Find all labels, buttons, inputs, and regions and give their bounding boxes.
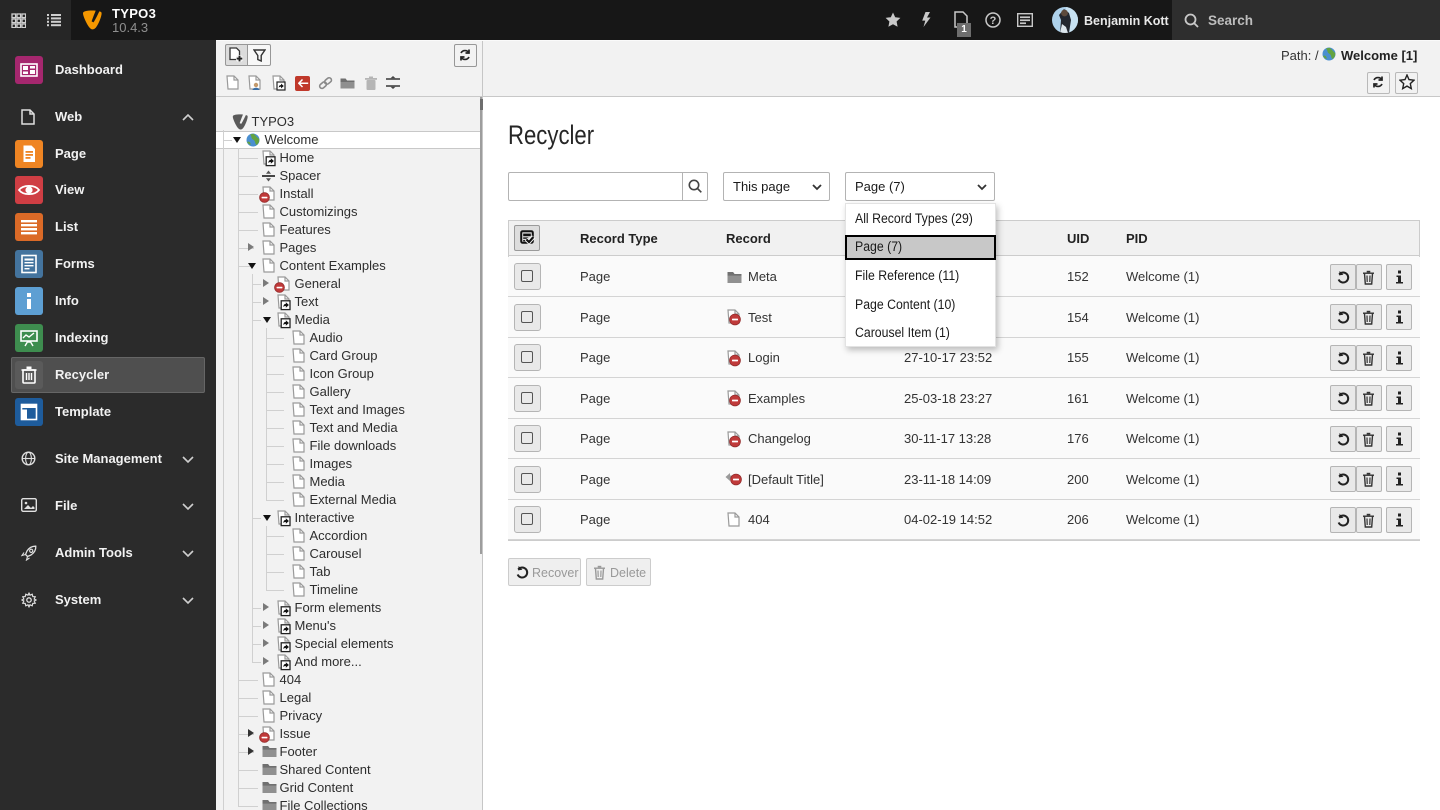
svg-text:?: ?	[990, 15, 997, 27]
